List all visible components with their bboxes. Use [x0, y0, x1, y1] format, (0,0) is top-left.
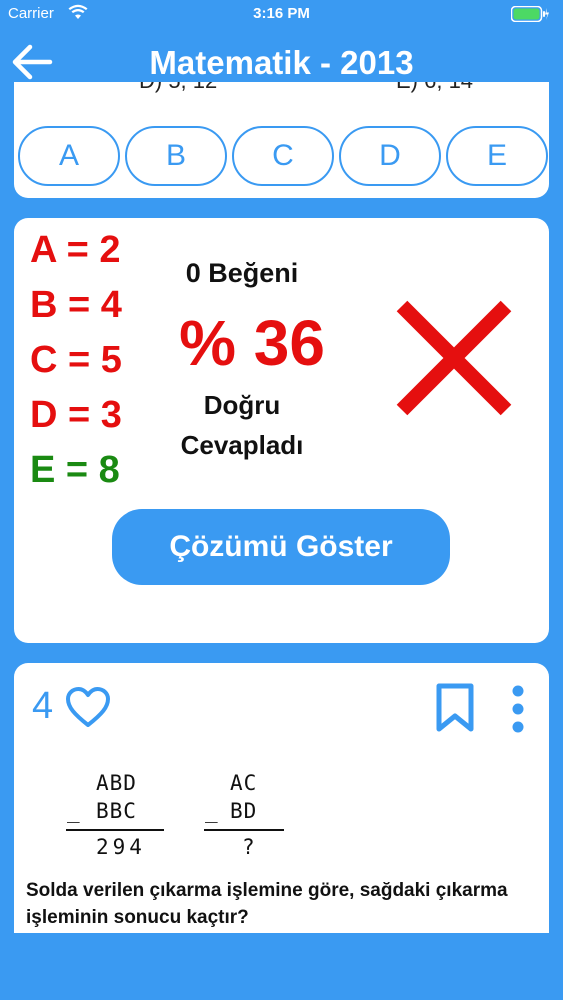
wrong-x-icon [396, 300, 512, 416]
answer-options-card: D) 5, 12 E) 6, 14 A B C D E [14, 82, 549, 198]
answer-distribution: A = 2 B = 4 C = 5 D = 3 E = 8 [30, 228, 122, 503]
status-time: 3:16 PM [253, 5, 310, 22]
status-bar: Carrier 3:16 PM [0, 0, 563, 30]
right-minus-sign: _ [205, 799, 219, 823]
bottom-background [0, 933, 563, 1000]
right-result: ? [242, 835, 256, 859]
question-like-count: 4 [32, 685, 54, 727]
answer-options: A B C D E [18, 126, 548, 186]
show-solution-button[interactable]: Çözümü Göster [112, 509, 450, 585]
dist-d: D = 3 [30, 394, 122, 436]
heart-icon[interactable] [64, 685, 112, 729]
stats-card: A = 2 B = 4 C = 5 D = 3 E = 8 0 Beğeni %… [14, 218, 549, 643]
left-result-line [66, 829, 164, 831]
left-result: 294 [96, 835, 146, 859]
correct-label-line2: Cevapladı [180, 430, 304, 460]
option-c-button[interactable]: C [232, 126, 334, 186]
dist-b: B = 4 [30, 284, 122, 326]
battery-icon [510, 5, 549, 26]
right-minuend: AC [230, 771, 258, 795]
option-b-button[interactable]: B [125, 126, 227, 186]
option-e-button[interactable]: E [446, 126, 548, 186]
right-result-line [204, 829, 284, 831]
dist-e: E = 8 [30, 449, 120, 491]
correct-percent: % 36 [179, 307, 325, 379]
dist-c: C = 5 [30, 339, 122, 381]
subtraction-figure: ABD _ BBC 294 AC _ BD ? [54, 771, 314, 871]
likes-count: 0 Beğeni [185, 258, 299, 288]
question-card: 4 ABD _ BBC 294 AC _ BD ? Solda verilen … [14, 663, 549, 933]
option-d-text: D) 5, 12 [139, 82, 217, 94]
right-subtrahend: BD [230, 799, 258, 823]
left-minus-sign: _ [67, 799, 81, 823]
page-title: Matematik - 2013 [149, 44, 414, 81]
bookmark-icon[interactable] [434, 683, 476, 733]
left-minuend: ABD [96, 771, 137, 795]
option-d-button[interactable]: D [339, 126, 441, 186]
question-text: Solda verilen çıkarma işlemine göre, sağ… [26, 880, 508, 928]
more-vertical-icon[interactable] [508, 685, 528, 733]
option-a-button[interactable]: A [18, 126, 120, 186]
left-subtrahend: BBC [96, 799, 137, 823]
option-e-text: E) 6, 14 [396, 82, 473, 94]
correct-label-line1: Doğru [203, 390, 281, 420]
dist-a: A = 2 [30, 229, 121, 271]
